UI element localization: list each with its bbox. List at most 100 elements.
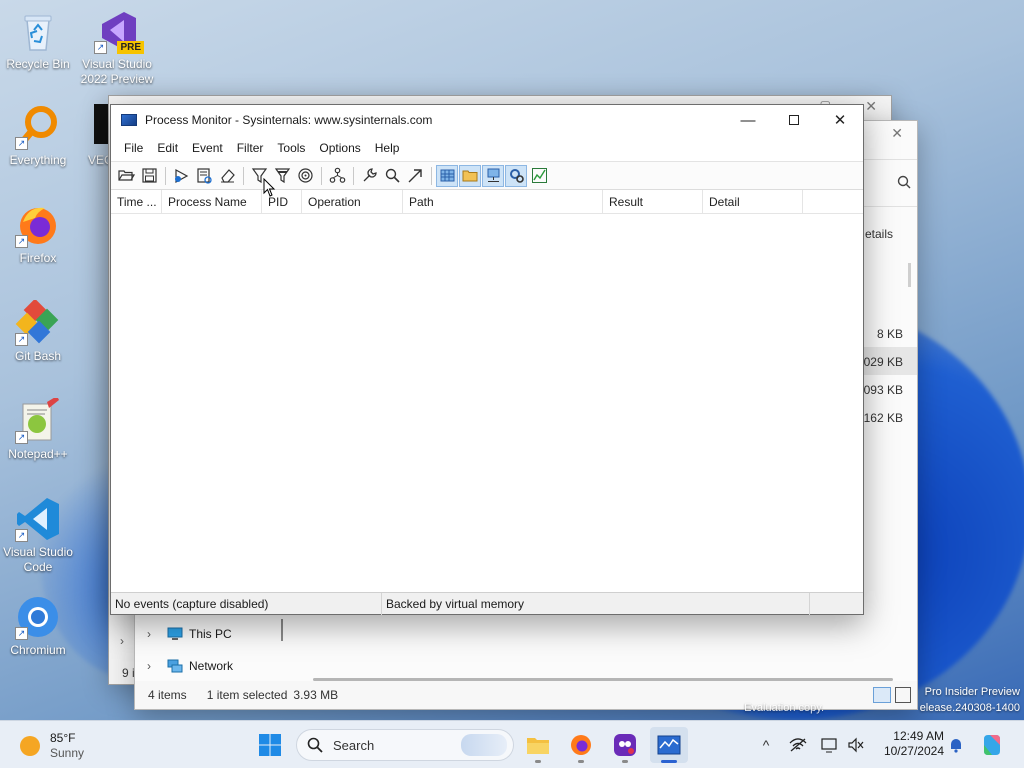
event-list[interactable] [111,214,863,592]
desktop-icon-notepad-plus-plus[interactable]: ↗ Notepad++ [0,396,76,462]
explorer-count-fragment: 9 i [122,666,135,680]
size-grip-icon[interactable] [810,593,863,615]
title-bar[interactable]: Process Monitor - Sysinternals: www.sysi… [111,105,863,135]
status-memory: Backed by virtual memory [382,592,810,615]
close-icon[interactable]: ✕ [891,125,903,142]
menu-filter[interactable]: Filter [230,141,271,155]
shortcut-arrow-icon: ↗ [15,137,28,150]
toolbar [111,162,863,190]
toolbar-separator [243,166,244,185]
display-icon[interactable] [818,727,842,763]
shortcut-arrow-icon: ↗ [15,235,28,248]
visual-studio-icon: PRE ↗ [94,8,144,54]
scrollbar[interactable] [908,263,911,287]
close-icon[interactable]: ✕ [865,98,877,115]
notepad-plus-plus-icon: ↗ [15,396,61,444]
process-thread-activity-icon[interactable] [505,164,527,187]
taskbar-firefox[interactable] [563,727,599,763]
nav-item-network[interactable]: › Network [147,659,233,673]
close-button[interactable]: ✕ [817,105,863,135]
clock[interactable]: 12:49 AM 10/27/2024 [872,729,944,759]
chevron-right-icon[interactable]: › [147,659,161,673]
desktop-icon-everything[interactable]: ↗ Everything [0,104,76,168]
toolbar-separator [431,166,432,185]
desktop-icon-recycle-bin[interactable]: Recycle Bin [0,8,76,72]
taskbar-search[interactable]: Search [296,729,514,761]
jump-to-icon[interactable] [404,165,426,187]
network-disconnected-icon[interactable] [786,727,810,763]
column-time[interactable]: Time ... [111,189,162,214]
nav-pane-splitter[interactable] [281,619,283,641]
desktop-icon-label: Recycle Bin [6,57,70,71]
profiling-events-icon[interactable] [528,165,550,187]
details-button-label[interactable]: etails [865,227,893,241]
column-process-name[interactable]: Process Name [162,189,262,214]
preview-badge: PRE [117,41,144,54]
search-icon[interactable] [897,175,911,192]
open-icon[interactable] [115,165,137,187]
registry-activity-icon[interactable] [436,164,458,187]
copilot-icon[interactable] [978,727,1006,763]
shortcut-arrow-icon: ↗ [15,627,28,640]
autoscroll-icon[interactable] [193,165,215,187]
desktop-icon-firefox[interactable]: ↗ Firefox [0,202,76,266]
column-operation[interactable]: Operation [302,189,403,214]
column-detail[interactable]: Detail [703,189,803,214]
find-icon[interactable] [381,165,403,187]
chevron-right-icon[interactable]: › [147,627,161,641]
menu-tools[interactable]: Tools [270,141,312,155]
capture-icon[interactable] [170,165,192,187]
selected-size: 3.93 MB [293,688,339,702]
status-events: No events (capture disabled) [111,592,382,615]
taskbar-app[interactable] [607,727,643,763]
chevron-right-icon[interactable]: › [120,634,124,648]
mouse-cursor-icon [263,177,277,201]
column-path[interactable]: Path [403,189,603,214]
vscode-icon: ↗ [15,496,61,542]
filesystem-activity-icon[interactable] [459,164,481,187]
process-monitor-window[interactable]: Process Monitor - Sysinternals: www.sysi… [110,104,864,615]
menu-file[interactable]: File [117,141,150,155]
desktop-icon-chromium[interactable]: ↗ Chromium [0,594,76,658]
desktop-icon-vec[interactable]: VEC [70,104,110,168]
desktop-icon-visual-studio-preview[interactable]: PRE ↗ Visual Studio 2022 Preview [79,8,155,87]
toolbar-separator [321,166,322,185]
item-count: 4 items [148,688,187,702]
windows-logo-icon [259,734,281,756]
chromium-icon: ↗ [15,594,61,640]
start-button[interactable] [252,727,288,763]
file-size: 8 KB [876,327,903,341]
process-tree-icon[interactable] [326,165,348,187]
nav-item-this-pc[interactable]: › This PC [147,627,232,641]
menu-event[interactable]: Event [185,141,230,155]
tiles-view-icon[interactable] [895,687,911,703]
toolbar-separator [165,166,166,185]
taskbar-process-monitor[interactable] [650,727,688,763]
clear-icon[interactable] [216,165,238,187]
menu-help[interactable]: Help [368,141,407,155]
details-view-icon[interactable] [873,687,891,703]
weather-temperature: 85°F [50,731,76,745]
search-highlight-icon [461,734,507,756]
weather-widget[interactable]: 85°F Sunny [20,731,84,761]
network-activity-icon[interactable] [482,164,504,187]
column-result[interactable]: Result [603,189,703,214]
status-bar: No events (capture disabled) Backed by v… [111,592,863,615]
desktop-icon-git-bash[interactable]: ↗ Git Bash [0,298,76,364]
include-process-icon[interactable] [294,165,316,187]
computer-icon [167,627,183,641]
minimize-button[interactable]: — [725,105,771,135]
maximize-button[interactable] [771,105,817,135]
properties-icon[interactable] [358,165,380,187]
notification-bell-icon[interactable] [946,727,966,763]
menu-edit[interactable]: Edit [150,141,185,155]
shortcut-arrow-icon: ↗ [15,333,28,346]
menu-options[interactable]: Options [312,141,367,155]
taskbar-file-explorer[interactable] [520,727,556,763]
chevron-up-icon[interactable]: ^ [756,727,776,763]
volume-muted-icon[interactable] [845,727,867,763]
weather-condition: Sunny [50,746,85,760]
save-icon[interactable] [138,165,160,187]
window-title: Process Monitor - Sysinternals: www.sysi… [145,113,433,127]
desktop-icon-vscode[interactable]: ↗ Visual Studio Code [0,496,76,575]
